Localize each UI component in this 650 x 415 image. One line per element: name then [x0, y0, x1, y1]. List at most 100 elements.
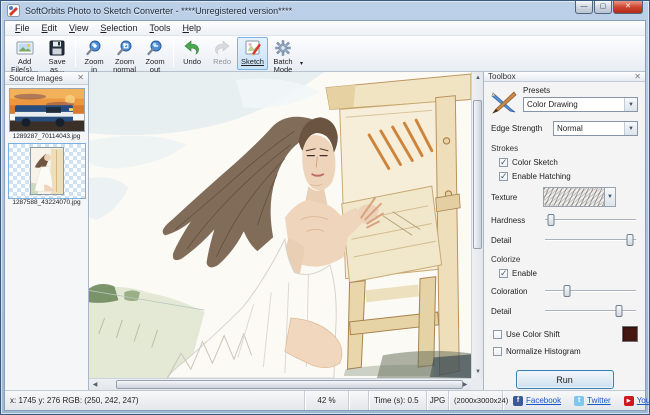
- vertical-scroll-thumb[interactable]: [473, 100, 482, 250]
- twitter-link[interactable]: t Twitter: [574, 396, 611, 406]
- zoom-out-button[interactable]: Zoom out: [140, 37, 170, 70]
- menu-view[interactable]: View: [63, 23, 94, 33]
- toolbar-separator: [75, 40, 76, 67]
- cursor-position-readout: x: 1745 y: 276 RGB: (250, 242, 247): [5, 391, 305, 410]
- horizontal-scrollbar[interactable]: ◀ ▶: [89, 378, 471, 390]
- sketch-preview-image[interactable]: [89, 72, 471, 378]
- scroll-right-icon[interactable]: ▶: [459, 379, 471, 391]
- zoom-normal-icon: [115, 39, 135, 57]
- save-icon: [47, 39, 67, 57]
- hardness-slider[interactable]: [543, 213, 638, 227]
- slider-thumb[interactable]: [616, 305, 623, 317]
- slider-track[interactable]: [545, 239, 636, 241]
- presets-label: Presets: [523, 86, 638, 95]
- app-icon: [7, 4, 20, 17]
- checkbox-icon: [499, 269, 508, 278]
- youtube-icon: ▶: [624, 396, 634, 406]
- scroll-up-icon[interactable]: ▲: [472, 72, 484, 84]
- horizontal-scroll-thumb[interactable]: [116, 380, 464, 389]
- canvas-area: ▲ ▼ ◀ ▶: [89, 72, 483, 390]
- selected-thumbnail-background: [9, 144, 85, 198]
- close-button[interactable]: ✕: [613, 1, 643, 14]
- chevron-down-icon: ▼: [624, 122, 637, 135]
- texture-dropdown-arrow[interactable]: ▼: [605, 187, 616, 207]
- scroll-down-icon[interactable]: ▼: [472, 366, 484, 378]
- vertical-scrollbar[interactable]: ▲ ▼: [471, 72, 483, 378]
- menu-edit[interactable]: Edit: [36, 23, 64, 33]
- youtube-link[interactable]: ▶ Youtube: [624, 396, 650, 406]
- facebook-icon: f: [513, 396, 523, 406]
- slider-track[interactable]: [545, 219, 636, 221]
- menu-help[interactable]: Help: [176, 23, 207, 33]
- sketch-button[interactable]: Sketch: [237, 37, 268, 70]
- strokes-detail-slider[interactable]: [543, 233, 638, 247]
- toolbox-title: Toolbox: [488, 72, 516, 81]
- minimize-button[interactable]: —: [575, 1, 593, 14]
- texture-preview[interactable]: [543, 187, 605, 207]
- texture-label: Texture: [491, 193, 543, 202]
- zoom-out-icon: [145, 39, 165, 57]
- title-bar[interactable]: SoftOrbits Photo to Sketch Converter - *…: [1, 1, 649, 20]
- checkbox-icon: [493, 347, 502, 356]
- source-image-list: 1289287_70114043.jpg: [5, 85, 88, 390]
- colorize-detail-label: Detail: [491, 307, 543, 316]
- enable-hatching-checkbox[interactable]: Enable Hatching: [499, 172, 638, 181]
- slider-thumb[interactable]: [627, 234, 634, 246]
- checkbox-icon: [493, 330, 502, 339]
- menu-selection[interactable]: Selection: [94, 23, 143, 33]
- coloration-slider[interactable]: [543, 284, 638, 298]
- menu-bar: File Edit View Selection Tools Help: [5, 21, 645, 36]
- add-files-button[interactable]: Add File(s)...: [7, 37, 42, 70]
- menu-file[interactable]: File: [9, 23, 36, 33]
- source-image-item-woman[interactable]: 1287588_43224070.jpg: [7, 144, 86, 206]
- toolbar: Add File(s)... Save as... Zoom in Zoom n: [5, 36, 645, 72]
- use-color-shift-checkbox[interactable]: Use Color Shift: [493, 330, 560, 339]
- zoom-in-icon: [84, 39, 104, 57]
- source-panel-close-icon[interactable]: ✕: [77, 74, 84, 82]
- menu-tools[interactable]: Tools: [143, 23, 176, 33]
- source-images-panel: Source Images ✕: [5, 72, 89, 390]
- source-image-item-truck[interactable]: 1289287_70114043.jpg: [7, 88, 86, 140]
- zoom-normal-button[interactable]: Zoom normal: [109, 37, 140, 70]
- colorize-enable-checkbox[interactable]: Enable: [499, 269, 638, 278]
- facebook-link[interactable]: f Facebook: [513, 396, 561, 406]
- chevron-down-icon: ▼: [624, 98, 637, 111]
- edge-strength-dropdown[interactable]: Normal ▼: [553, 121, 638, 136]
- add-file-icon: [15, 39, 35, 57]
- slider-track[interactable]: [545, 290, 636, 292]
- toolbar-dropdown-arrow[interactable]: ▾: [300, 60, 303, 67]
- status-bar: x: 1745 y: 276 RGB: (250, 242, 247) 42 %…: [5, 390, 645, 410]
- maximize-button[interactable]: ▢: [594, 1, 612, 14]
- source-image-filename: 1287588_43224070.jpg: [7, 199, 86, 206]
- truck-thumbnail: [9, 88, 85, 132]
- edge-strength-value: Normal: [554, 124, 624, 133]
- scroll-left-icon[interactable]: ◀: [89, 379, 101, 391]
- source-panel-title: Source Images: [9, 74, 63, 83]
- presets-dropdown[interactable]: Color Drawing ▼: [523, 97, 638, 112]
- redo-button[interactable]: Redo: [207, 37, 237, 70]
- strokes-detail-label: Detail: [491, 236, 543, 245]
- undo-button[interactable]: Undo: [177, 37, 207, 70]
- app-window: SoftOrbits Photo to Sketch Converter - *…: [0, 0, 650, 415]
- save-as-button[interactable]: Save as...: [42, 37, 72, 70]
- status-spacer: [349, 391, 369, 410]
- zoom-level-readout: 42 %: [305, 391, 349, 410]
- image-format-readout: JPG: [427, 391, 449, 410]
- woman-thumbnail: [30, 147, 64, 195]
- toolbar-separator: [173, 40, 174, 67]
- presets-value: Color Drawing: [524, 100, 624, 109]
- batch-mode-icon: [273, 39, 293, 57]
- undo-icon: [182, 39, 202, 57]
- source-image-filename: 1289287_70114043.jpg: [7, 133, 86, 140]
- hardness-label: Hardness: [491, 216, 543, 225]
- colorize-detail-slider[interactable]: [543, 304, 638, 318]
- slider-thumb[interactable]: [547, 214, 554, 226]
- toolbox-close-icon[interactable]: ✕: [634, 73, 641, 81]
- color-sketch-checkbox[interactable]: Color Sketch: [499, 158, 638, 167]
- slider-thumb[interactable]: [563, 285, 570, 297]
- batch-mode-button[interactable]: Batch Mode: [268, 37, 298, 70]
- run-button[interactable]: Run: [516, 370, 614, 389]
- zoom-in-button[interactable]: Zoom in: [79, 37, 109, 70]
- color-shift-swatch[interactable]: [622, 326, 638, 342]
- normalize-histogram-checkbox[interactable]: Normalize Histogram: [493, 347, 638, 356]
